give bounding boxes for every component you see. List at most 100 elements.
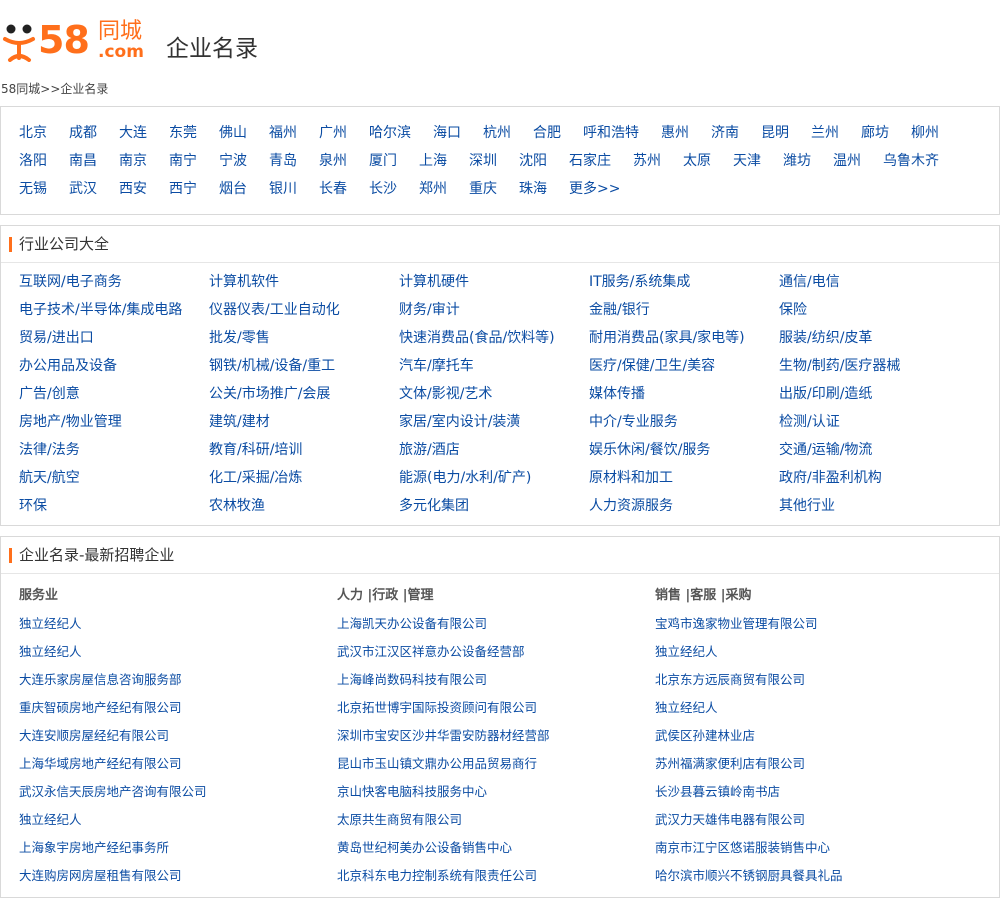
industry-link[interactable]: 人力资源服务 xyxy=(589,492,779,520)
enterprise-link[interactable]: 武汉力天雄伟电器有限公司 xyxy=(655,806,973,834)
city-link[interactable]: 惠州 xyxy=(661,119,689,147)
enterprise-link[interactable]: 黄岛世纪柯美办公设备销售中心 xyxy=(337,834,655,862)
industry-link[interactable]: 娱乐休闲/餐饮/服务 xyxy=(589,436,779,464)
enterprise-link[interactable]: 长沙县暮云镇岭南书店 xyxy=(655,778,973,806)
city-link[interactable]: 太原 xyxy=(683,147,711,175)
city-link[interactable]: 兰州 xyxy=(811,119,839,147)
industry-link[interactable]: 交通/运输/物流 xyxy=(779,436,969,464)
industry-link[interactable]: 通信/电信 xyxy=(779,268,969,296)
industry-link[interactable]: 原材料和加工 xyxy=(589,464,779,492)
city-link[interactable]: 柳州 xyxy=(911,119,939,147)
breadcrumb[interactable]: 58同城>>企业名录 xyxy=(0,78,1002,100)
industry-link[interactable]: 媒体传播 xyxy=(589,380,779,408)
industry-link[interactable]: 公关/市场推广/会展 xyxy=(209,380,399,408)
city-link[interactable]: 长沙 xyxy=(369,175,397,203)
city-link[interactable]: 南宁 xyxy=(169,147,197,175)
city-link[interactable]: 北京 xyxy=(19,119,47,147)
enterprise-link[interactable]: 独立经纪人 xyxy=(19,806,337,834)
enterprise-link[interactable]: 京山快客电脑科技服务中心 xyxy=(337,778,655,806)
city-link[interactable]: 烟台 xyxy=(219,175,247,203)
industry-link[interactable]: 航天/航空 xyxy=(19,464,209,492)
city-link[interactable]: 昆明 xyxy=(761,119,789,147)
city-link[interactable]: 上海 xyxy=(419,147,447,175)
enterprise-link[interactable]: 南京市江宁区悠诺服装销售中心 xyxy=(655,834,973,862)
industry-link[interactable]: 批发/零售 xyxy=(209,324,399,352)
city-link[interactable]: 银川 xyxy=(269,175,297,203)
industry-link[interactable]: 电子技术/半导体/集成电路 xyxy=(19,296,209,324)
city-link[interactable]: 福州 xyxy=(269,119,297,147)
city-link[interactable]: 乌鲁木齐 xyxy=(883,147,939,175)
enterprise-link[interactable]: 苏州福满家便利店有限公司 xyxy=(655,750,973,778)
enterprise-link[interactable]: 独立经纪人 xyxy=(655,638,973,666)
industry-link[interactable]: 旅游/酒店 xyxy=(399,436,589,464)
city-link[interactable]: 西宁 xyxy=(169,175,197,203)
enterprise-link[interactable]: 北京科东电力控制系统有限责任公司 xyxy=(337,862,655,890)
industry-link[interactable]: 文体/影视/艺术 xyxy=(399,380,589,408)
enterprise-link[interactable]: 深圳市宝安区沙井华雷安防器材经营部 xyxy=(337,722,655,750)
industry-link[interactable]: 耐用消费品(家具/家电等) xyxy=(589,324,779,352)
enterprise-link[interactable]: 宝鸡市逸家物业管理有限公司 xyxy=(655,610,973,638)
city-link[interactable]: 廊坊 xyxy=(861,119,889,147)
city-link[interactable]: 青岛 xyxy=(269,147,297,175)
enterprise-link[interactable]: 重庆智硕房地产经纪有限公司 xyxy=(19,694,337,722)
city-link[interactable]: 泉州 xyxy=(319,147,347,175)
industry-link[interactable]: 其他行业 xyxy=(779,492,969,520)
city-link[interactable]: 沈阳 xyxy=(519,147,547,175)
industry-link[interactable]: 钢铁/机械/设备/重工 xyxy=(209,352,399,380)
industry-link[interactable]: 农林牧渔 xyxy=(209,492,399,520)
enterprise-link[interactable]: 武汉永信天辰房地产咨询有限公司 xyxy=(19,778,337,806)
industry-link[interactable]: 政府/非盈利机构 xyxy=(779,464,969,492)
enterprise-link[interactable]: 北京东方远辰商贸有限公司 xyxy=(655,666,973,694)
industry-link[interactable]: 家居/室内设计/装潢 xyxy=(399,408,589,436)
industry-link[interactable]: IT服务/系统集成 xyxy=(589,268,779,296)
enterprise-link[interactable]: 大连购房网房屋租售有限公司 xyxy=(19,862,337,890)
city-link[interactable]: 郑州 xyxy=(419,175,447,203)
enterprise-link[interactable]: 武汉市江汉区祥意办公设备经营部 xyxy=(337,638,655,666)
city-link[interactable]: 哈尔滨 xyxy=(369,119,411,147)
industry-link[interactable]: 房地产/物业管理 xyxy=(19,408,209,436)
industry-link[interactable]: 出版/印刷/造纸 xyxy=(779,380,969,408)
industry-link[interactable]: 计算机硬件 xyxy=(399,268,589,296)
logo-58[interactable]: 58 同城 .com xyxy=(2,16,152,66)
enterprise-link[interactable]: 太原共生商贸有限公司 xyxy=(337,806,655,834)
industry-link[interactable]: 中介/专业服务 xyxy=(589,408,779,436)
city-link[interactable]: 济南 xyxy=(711,119,739,147)
industry-link[interactable]: 生物/制药/医疗器械 xyxy=(779,352,969,380)
city-link[interactable]: 宁波 xyxy=(219,147,247,175)
city-link[interactable]: 洛阳 xyxy=(19,147,47,175)
city-link[interactable]: 天津 xyxy=(733,147,761,175)
city-link[interactable]: 呼和浩特 xyxy=(583,119,639,147)
industry-link[interactable]: 保险 xyxy=(779,296,969,324)
industry-link[interactable]: 广告/创意 xyxy=(19,380,209,408)
city-link[interactable]: 重庆 xyxy=(469,175,497,203)
industry-link[interactable]: 医疗/保健/卫生/美容 xyxy=(589,352,779,380)
city-link[interactable]: 合肥 xyxy=(533,119,561,147)
city-link[interactable]: 温州 xyxy=(833,147,861,175)
industry-link[interactable]: 建筑/建材 xyxy=(209,408,399,436)
industry-link[interactable]: 环保 xyxy=(19,492,209,520)
city-link[interactable]: 厦门 xyxy=(369,147,397,175)
city-link[interactable]: 更多>> xyxy=(569,175,620,203)
industry-link[interactable]: 贸易/进出口 xyxy=(19,324,209,352)
enterprise-link[interactable]: 武侯区孙建林业店 xyxy=(655,722,973,750)
industry-link[interactable]: 计算机软件 xyxy=(209,268,399,296)
industry-link[interactable]: 金融/银行 xyxy=(589,296,779,324)
enterprise-link[interactable]: 大连乐家房屋信息咨询服务部 xyxy=(19,666,337,694)
city-link[interactable]: 深圳 xyxy=(469,147,497,175)
city-link[interactable]: 广州 xyxy=(319,119,347,147)
industry-link[interactable]: 化工/采掘/冶炼 xyxy=(209,464,399,492)
enterprise-link[interactable]: 独立经纪人 xyxy=(655,694,973,722)
enterprise-link[interactable]: 上海象宇房地产经纪事务所 xyxy=(19,834,337,862)
industry-link[interactable]: 多元化集团 xyxy=(399,492,589,520)
industry-link[interactable]: 仪器仪表/工业自动化 xyxy=(209,296,399,324)
city-link[interactable]: 东莞 xyxy=(169,119,197,147)
enterprise-link[interactable]: 上海峰尚数码科技有限公司 xyxy=(337,666,655,694)
enterprise-link[interactable]: 昆山市玉山镇文鼎办公用品贸易商行 xyxy=(337,750,655,778)
city-link[interactable]: 珠海 xyxy=(519,175,547,203)
enterprise-link[interactable]: 上海凯天办公设备有限公司 xyxy=(337,610,655,638)
enterprise-link[interactable]: 独立经纪人 xyxy=(19,610,337,638)
city-link[interactable]: 苏州 xyxy=(633,147,661,175)
industry-link[interactable]: 快速消费品(食品/饮料等) xyxy=(399,324,589,352)
city-link[interactable]: 无锡 xyxy=(19,175,47,203)
city-link[interactable]: 长春 xyxy=(319,175,347,203)
